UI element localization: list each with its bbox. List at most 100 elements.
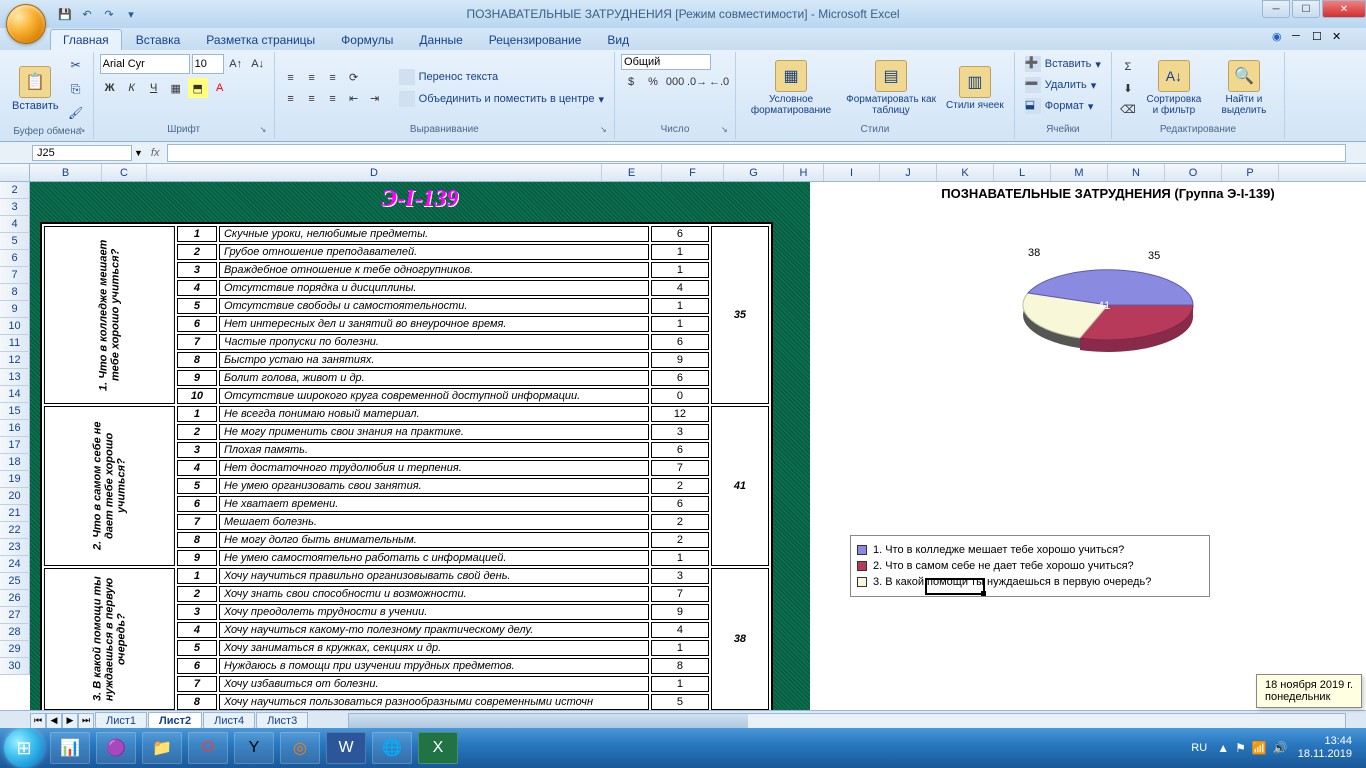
tab-review[interactable]: Рецензирование: [477, 30, 594, 50]
font-color-icon[interactable]: A: [210, 78, 230, 98]
paste-button[interactable]: 📋 Вставить: [8, 64, 63, 114]
row-header[interactable]: 18: [0, 454, 30, 471]
sheet-tab[interactable]: Лист1: [95, 712, 147, 730]
fx-icon[interactable]: fx: [151, 147, 160, 159]
shrink-font-icon[interactable]: A↓: [248, 54, 268, 74]
format-painter-icon[interactable]: 🖌: [65, 102, 87, 124]
start-button[interactable]: ⊞: [4, 728, 44, 768]
align-left-icon[interactable]: ≡: [281, 89, 301, 109]
format-as-table-button[interactable]: ▤Форматировать как таблицу: [842, 58, 940, 118]
delete-cells-button[interactable]: ➖Удалить ▾: [1021, 75, 1105, 95]
sheet-tab[interactable]: Лист3: [256, 712, 308, 730]
align-bottom-icon[interactable]: ≡: [323, 68, 343, 88]
sheet-tab[interactable]: Лист2: [148, 712, 202, 730]
row-header[interactable]: 19: [0, 471, 30, 488]
office-button[interactable]: [6, 4, 46, 44]
clear-icon[interactable]: ⌫: [1118, 99, 1138, 119]
row-header[interactable]: 26: [0, 590, 30, 607]
tab-formulas[interactable]: Формулы: [329, 30, 405, 50]
row-header[interactable]: 13: [0, 369, 30, 386]
select-all-corner[interactable]: [0, 164, 30, 181]
column-header[interactable]: D: [147, 164, 602, 181]
column-header[interactable]: K: [937, 164, 994, 181]
flag-icon[interactable]: ⚑: [1235, 741, 1246, 755]
underline-button[interactable]: Ч: [144, 78, 164, 98]
merge-center-button[interactable]: Объединить и поместить в центре ▾: [395, 89, 608, 109]
sort-filter-button[interactable]: A↓Сортировка и фильтр: [1140, 58, 1208, 118]
taskbar-app[interactable]: 📊: [50, 732, 90, 764]
row-header[interactable]: 7: [0, 267, 30, 284]
align-top-icon[interactable]: ≡: [281, 68, 301, 88]
indent-dec-icon[interactable]: ⇤: [344, 89, 364, 109]
volume-icon[interactable]: 🔊: [1273, 741, 1288, 755]
row-header[interactable]: 17: [0, 437, 30, 454]
column-header[interactable]: O: [1165, 164, 1222, 181]
row-header[interactable]: 3: [0, 199, 30, 216]
sheet-nav-next-icon[interactable]: ▶: [62, 713, 78, 729]
column-header[interactable]: M: [1051, 164, 1108, 181]
row-header[interactable]: 23: [0, 539, 30, 556]
clock[interactable]: 13:44 18.11.2019: [1298, 735, 1352, 761]
align-middle-icon[interactable]: ≡: [302, 68, 322, 88]
sheet-tab[interactable]: Лист4: [203, 712, 255, 730]
maximize-button[interactable]: ☐: [1292, 0, 1320, 18]
comma-icon[interactable]: 000: [665, 72, 685, 92]
indent-inc-icon[interactable]: ⇥: [365, 89, 385, 109]
wrap-text-button[interactable]: Перенос текста: [395, 67, 608, 87]
fill-color-icon[interactable]: ⬒: [188, 78, 208, 98]
column-header[interactable]: E: [602, 164, 662, 181]
row-header[interactable]: 28: [0, 624, 30, 641]
row-header[interactable]: 22: [0, 522, 30, 539]
tray-icon[interactable]: ▲: [1217, 741, 1229, 755]
format-cells-button[interactable]: ⬓Формат ▾: [1021, 96, 1105, 116]
column-header[interactable]: C: [102, 164, 147, 181]
name-box-dropdown-icon[interactable]: ▼: [134, 148, 143, 158]
find-select-button[interactable]: 🔍Найти и выделить: [1210, 58, 1278, 118]
dialog-launcher-icon[interactable]: ↘: [79, 125, 91, 137]
taskbar-app[interactable]: O: [188, 732, 228, 764]
tab-view[interactable]: Вид: [595, 30, 641, 50]
italic-button[interactable]: К: [122, 78, 142, 98]
undo-icon[interactable]: ↶: [78, 5, 96, 23]
row-header[interactable]: 29: [0, 641, 30, 658]
network-icon[interactable]: 📶: [1252, 741, 1267, 755]
language-indicator[interactable]: RU: [1191, 742, 1207, 754]
sheet-nav-prev-icon[interactable]: ◀: [46, 713, 62, 729]
help-icon[interactable]: ◉: [1272, 30, 1286, 44]
copy-icon[interactable]: ⎘: [65, 78, 87, 100]
horizontal-scrollbar[interactable]: [348, 713, 1346, 729]
tab-page-layout[interactable]: Разметка страницы: [194, 30, 327, 50]
dialog-launcher-icon[interactable]: ↘: [721, 125, 733, 137]
align-right-icon[interactable]: ≡: [323, 89, 343, 109]
row-header[interactable]: 14: [0, 386, 30, 403]
taskbar-app[interactable]: 🟣: [96, 732, 136, 764]
redo-icon[interactable]: ↷: [100, 5, 118, 23]
column-header[interactable]: P: [1222, 164, 1279, 181]
bold-button[interactable]: Ж: [100, 78, 120, 98]
taskbar-app[interactable]: W: [326, 732, 366, 764]
autosum-icon[interactable]: Σ: [1118, 57, 1138, 77]
align-center-icon[interactable]: ≡: [302, 89, 322, 109]
row-header[interactable]: 27: [0, 607, 30, 624]
dialog-launcher-icon[interactable]: ↘: [260, 125, 272, 137]
border-icon[interactable]: ▦: [166, 78, 186, 98]
column-header[interactable]: G: [724, 164, 784, 181]
fill-icon[interactable]: ⬇: [1118, 78, 1138, 98]
taskbar-app[interactable]: 🌐: [372, 732, 412, 764]
taskbar-app[interactable]: 📁: [142, 732, 182, 764]
qat-more-icon[interactable]: ▾: [122, 5, 140, 23]
percent-icon[interactable]: %: [643, 72, 663, 92]
dec-decimal-icon[interactable]: ←.0: [709, 72, 729, 92]
column-header[interactable]: H: [784, 164, 824, 181]
taskbar-app[interactable]: ◎: [280, 732, 320, 764]
column-header[interactable]: F: [662, 164, 724, 181]
inc-decimal-icon[interactable]: .0→: [687, 72, 707, 92]
restore-window-icon[interactable]: ☐: [1312, 30, 1326, 44]
tab-insert[interactable]: Вставка: [124, 30, 193, 50]
row-header[interactable]: 16: [0, 420, 30, 437]
font-size-select[interactable]: [192, 54, 224, 74]
insert-cells-button[interactable]: ➕Вставить ▾: [1021, 54, 1105, 74]
row-header[interactable]: 4: [0, 216, 30, 233]
row-header[interactable]: 30: [0, 658, 30, 675]
tab-data[interactable]: Данные: [407, 30, 474, 50]
